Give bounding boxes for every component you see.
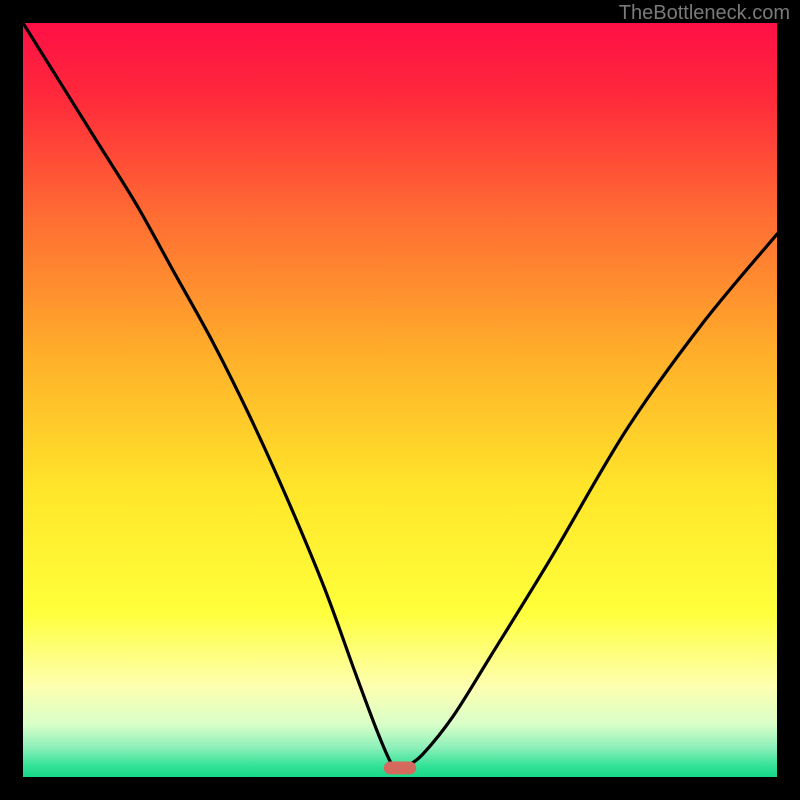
optimal-marker [384, 762, 416, 775]
watermark-text: TheBottleneck.com [619, 2, 790, 25]
chart-container [23, 23, 777, 777]
bottleneck-chart [23, 23, 777, 777]
gradient-background [23, 23, 777, 777]
